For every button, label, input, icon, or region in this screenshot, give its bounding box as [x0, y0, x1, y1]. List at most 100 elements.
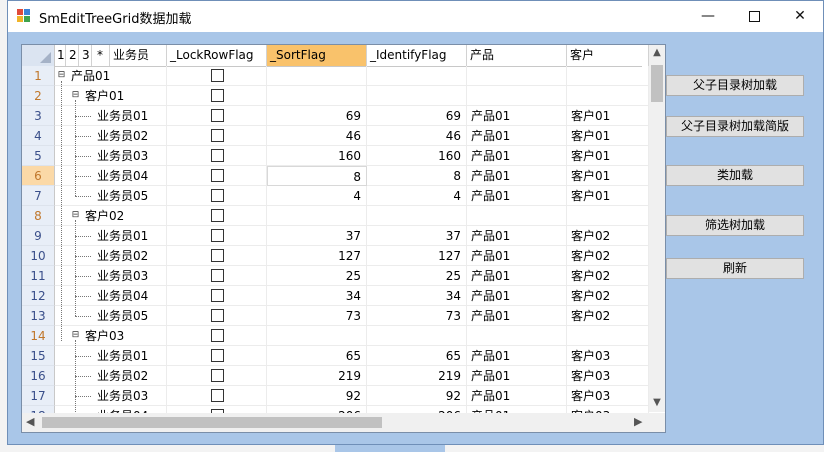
customer-cell[interactable]	[567, 66, 649, 86]
identifyflag-cell[interactable]: 69	[367, 106, 467, 126]
tree-cell[interactable]: 产品01	[55, 66, 167, 86]
customer-cell[interactable]: 客户02	[567, 306, 649, 326]
lock-row-checkbox[interactable]	[211, 109, 224, 122]
row-header[interactable]: 4	[22, 126, 55, 146]
sortflag-cell[interactable]: 219	[267, 366, 367, 386]
identifyflag-cell[interactable]	[367, 66, 467, 86]
table-row[interactable]: 5 业务员03 160 160 产品01 客户01	[22, 146, 649, 166]
lockrowflag-cell[interactable]	[167, 126, 267, 146]
lock-row-checkbox[interactable]	[211, 149, 224, 162]
customer-cell[interactable]: 客户02	[567, 286, 649, 306]
product-cell[interactable]: 产品01	[467, 246, 567, 266]
row-header[interactable]: 12	[22, 286, 55, 306]
row-header[interactable]: 10	[22, 246, 55, 266]
collapse-icon[interactable]: ⊟	[71, 331, 80, 340]
customer-cell[interactable]: 客户01	[567, 166, 649, 186]
sortflag-cell[interactable]: 37	[267, 226, 367, 246]
lock-row-checkbox[interactable]	[211, 229, 224, 242]
sortflag-cell[interactable]: 34	[267, 286, 367, 306]
row-header[interactable]: 1	[22, 66, 55, 86]
row-header[interactable]: 13	[22, 306, 55, 326]
product-cell[interactable]	[467, 206, 567, 226]
row-header[interactable]: 9	[22, 226, 55, 246]
table-row[interactable]: 12 业务员04 34 34 产品01 客户02	[22, 286, 649, 306]
row-header[interactable]: 16	[22, 366, 55, 386]
customer-cell[interactable]: 客户01	[567, 106, 649, 126]
lockrowflag-cell[interactable]	[167, 326, 267, 346]
table-row[interactable]: 9 业务员01 37 37 产品01 客户02	[22, 226, 649, 246]
horizontal-scrollbar[interactable]: ◀ ▶	[22, 413, 649, 432]
row-header[interactable]: 3	[22, 106, 55, 126]
collapse-icon[interactable]: ⊟	[71, 211, 80, 220]
table-row[interactable]: 7 业务员05 4 4 产品01 客户01	[22, 186, 649, 206]
customer-cell[interactable]	[567, 326, 649, 346]
tree-cell[interactable]: 业务员02	[55, 126, 167, 146]
tree-cell[interactable]: 业务员01	[55, 226, 167, 246]
lockrowflag-cell[interactable]	[167, 386, 267, 406]
column-header-sortflag[interactable]: _SortFlag	[267, 45, 367, 66]
lock-row-checkbox[interactable]	[211, 69, 224, 82]
row-header[interactable]: 2	[22, 86, 55, 106]
lock-row-checkbox[interactable]	[211, 349, 224, 362]
sortflag-cell[interactable]: 25	[267, 266, 367, 286]
row-header[interactable]: 14	[22, 326, 55, 346]
close-button[interactable]: ✕	[777, 1, 823, 32]
tree-cell[interactable]: 业务员01	[55, 106, 167, 126]
identifyflag-cell[interactable]: 65	[367, 346, 467, 366]
tree-cell[interactable]: 业务员03	[55, 386, 167, 406]
table-row[interactable]: 2 客户01 ⊟	[22, 86, 649, 106]
product-cell[interactable]: 产品01	[467, 366, 567, 386]
tree-cell[interactable]: 业务员02	[55, 366, 167, 386]
table-row[interactable]: 1 产品01 ⊟	[22, 66, 649, 86]
level-all-button[interactable]: *	[92, 45, 110, 66]
lock-row-checkbox[interactable]	[211, 129, 224, 142]
identifyflag-cell[interactable]	[367, 86, 467, 106]
horizontal-scroll-thumb[interactable]	[42, 417, 382, 428]
column-header-lockrowflag[interactable]: _LockRowFlag	[167, 45, 267, 66]
select-all-corner[interactable]	[22, 45, 55, 66]
customer-cell[interactable]: 客户02	[567, 246, 649, 266]
lockrowflag-cell[interactable]	[167, 146, 267, 166]
sortflag-cell[interactable]: 8	[267, 166, 367, 186]
product-cell[interactable]: 产品01	[467, 286, 567, 306]
lock-row-checkbox[interactable]	[211, 249, 224, 262]
lock-row-checkbox[interactable]	[211, 269, 224, 282]
product-cell[interactable]: 产品01	[467, 266, 567, 286]
identifyflag-cell[interactable]: 4	[367, 186, 467, 206]
collapse-icon[interactable]: ⊟	[71, 91, 80, 100]
sortflag-cell[interactable]	[267, 86, 367, 106]
identifyflag-cell[interactable]: 219	[367, 366, 467, 386]
class-load-button[interactable]: 类加载	[666, 165, 804, 186]
lock-row-checkbox[interactable]	[211, 389, 224, 402]
lockrowflag-cell[interactable]	[167, 206, 267, 226]
product-cell[interactable]: 产品01	[467, 146, 567, 166]
column-header-identifyflag[interactable]: _IdentifyFlag	[367, 45, 467, 66]
lockrowflag-cell[interactable]	[167, 286, 267, 306]
product-cell[interactable]: 产品01	[467, 126, 567, 146]
lockrowflag-cell[interactable]	[167, 306, 267, 326]
customer-cell[interactable]: 客户03	[567, 366, 649, 386]
lock-row-checkbox[interactable]	[211, 89, 224, 102]
lockrowflag-cell[interactable]	[167, 186, 267, 206]
lock-row-checkbox[interactable]	[211, 329, 224, 342]
sortflag-cell[interactable]: 69	[267, 106, 367, 126]
lock-row-checkbox[interactable]	[211, 369, 224, 382]
tree-cell[interactable]: 业务员05	[55, 186, 167, 206]
identifyflag-cell[interactable]: 160	[367, 146, 467, 166]
customer-cell[interactable]: 客户02	[567, 226, 649, 246]
lock-row-checkbox[interactable]	[211, 189, 224, 202]
sortflag-cell[interactable]	[267, 326, 367, 346]
product-cell[interactable]	[467, 86, 567, 106]
row-header[interactable]: 7	[22, 186, 55, 206]
customer-cell[interactable]	[567, 86, 649, 106]
table-row[interactable]: 14 客户03 ⊟	[22, 326, 649, 346]
customer-cell[interactable]: 客户01	[567, 146, 649, 166]
table-row[interactable]: 6 业务员04 8 8 产品01 客户01	[22, 166, 649, 186]
tree-cell[interactable]: 业务员04	[55, 286, 167, 306]
row-header[interactable]: 6	[22, 166, 55, 186]
lock-row-checkbox[interactable]	[211, 309, 224, 322]
identifyflag-cell[interactable]	[367, 206, 467, 226]
product-cell[interactable]: 产品01	[467, 106, 567, 126]
row-header[interactable]: 17	[22, 386, 55, 406]
product-cell[interactable]	[467, 326, 567, 346]
